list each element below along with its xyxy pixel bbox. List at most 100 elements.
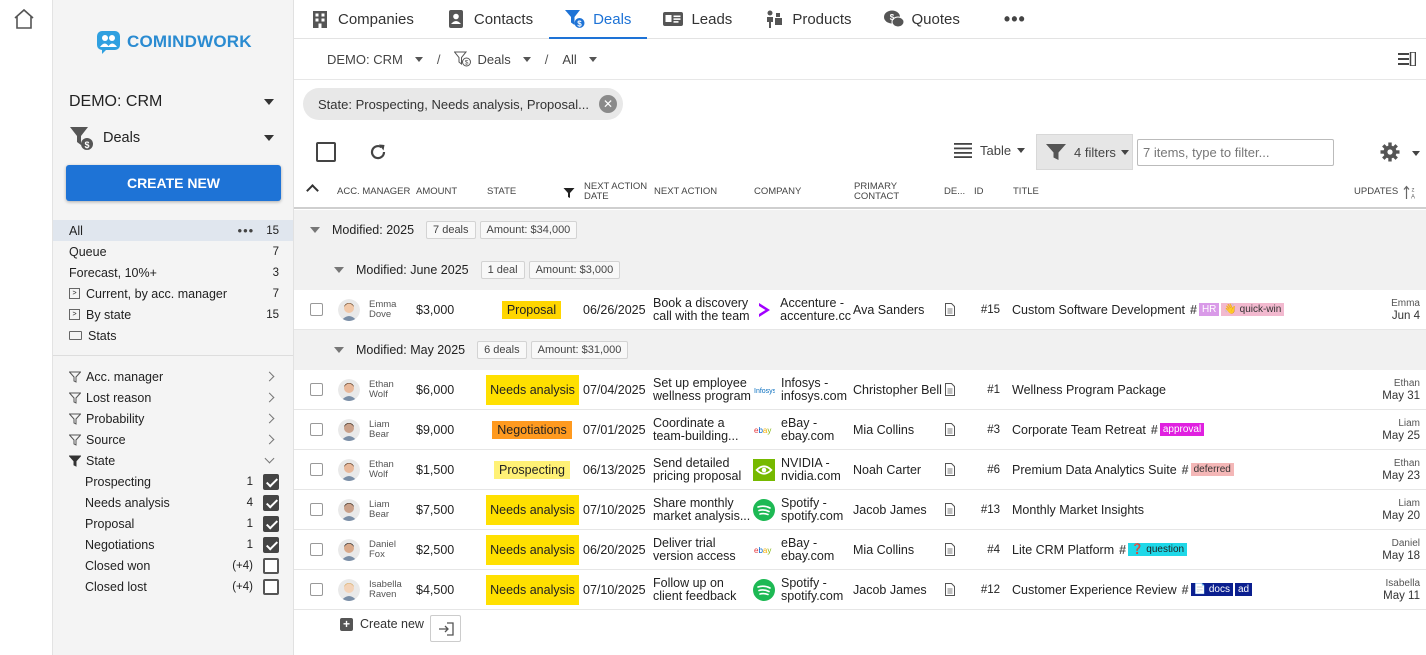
table-row[interactable]: Ethan Wolf $1,500 Prospecting 06/13/2025 Send… [294, 450, 1426, 490]
collapse-groups-icon[interactable] [306, 184, 319, 197]
state-option-needs-analysis[interactable]: Needs analysis 4 [53, 492, 293, 513]
state-badge[interactable]: Needs analysis [486, 494, 579, 525]
gear-icon[interactable] [1380, 142, 1400, 162]
column-filter-icon[interactable] [563, 187, 575, 199]
company-cell[interactable]: Accenture - accenture.cc [753, 290, 851, 329]
tag-badge[interactable]: ad [1234, 583, 1253, 596]
filter-probability[interactable]: Probability [53, 408, 293, 429]
column-id[interactable]: ID [974, 176, 984, 207]
tag-badge[interactable]: deferred [1190, 463, 1234, 476]
home-icon[interactable] [12, 7, 36, 31]
table-row[interactable]: Ethan Wolf $6,000 Needs analysis 07/04/2025 S… [294, 370, 1426, 410]
sort-icon[interactable]: zA [1403, 185, 1417, 200]
state-option-checkbox[interactable] [263, 473, 279, 490]
tab-deals[interactable]: $ Deals [549, 0, 648, 39]
column-next-action-date[interactable]: NEXT ACTION DATE [584, 176, 650, 207]
document-icon[interactable] [945, 583, 955, 596]
side-panel-icon[interactable] [1398, 52, 1416, 66]
row-checkbox[interactable] [310, 463, 323, 476]
table-row[interactable]: Liam Bear $7,500 Needs analysis 07/10/2025 Sh… [294, 490, 1426, 530]
column-acc-manager[interactable]: ACC. MANAGER [337, 176, 410, 207]
state-badge[interactable]: Needs analysis [486, 534, 579, 565]
acc-manager-cell[interactable]: Liam Bear [338, 410, 390, 449]
column-company[interactable]: COMPANY [754, 176, 801, 207]
tag-badge[interactable]: approval [1159, 423, 1205, 436]
layout-select[interactable]: Table [954, 142, 1026, 158]
group-header-may[interactable]: Modified: May 2025 6 deals Amount: $31,0… [294, 330, 1426, 371]
state-option-checkbox[interactable] [263, 494, 279, 511]
state-option-checkbox[interactable] [263, 515, 279, 532]
column-next-action[interactable]: NEXT ACTION [654, 176, 717, 207]
company-cell[interactable]: ebay eBay - ebay.com [753, 530, 851, 569]
view-item-stats[interactable]: Stats [53, 325, 293, 346]
acc-manager-cell[interactable]: Isabella Raven [338, 570, 402, 609]
view-item-by-acc-manager[interactable]: > Current, by acc. manager 7 [53, 283, 293, 304]
state-option-proposal[interactable]: Proposal 1 [53, 513, 293, 534]
table-row[interactable]: Isabella Raven $4,500 Needs analysis 07/10/2… [294, 570, 1426, 610]
title-cell[interactable]: Customer Experience Review # 📄 docs ad [1012, 570, 1253, 609]
title-cell[interactable]: Monthly Market Insights [1012, 490, 1144, 529]
import-button[interactable] [430, 615, 461, 642]
chevron-down-icon[interactable] [1412, 151, 1420, 156]
create-new-row-button[interactable]: + Create new [340, 617, 424, 631]
breadcrumb-view[interactable]: All [562, 52, 597, 67]
title-cell[interactable]: Corporate Team Retreat # approval [1012, 410, 1205, 449]
company-cell[interactable]: ebay eBay - ebay.com [753, 410, 851, 449]
state-option-checkbox[interactable] [263, 578, 279, 595]
primary-contact-cell[interactable]: Jacob James [853, 570, 927, 609]
select-all-checkbox[interactable] [316, 142, 336, 162]
tab-companies[interactable]: Companies [294, 0, 430, 38]
document-icon[interactable] [945, 303, 955, 316]
tag-badge[interactable]: ❓ question [1128, 543, 1188, 556]
state-badge[interactable]: Needs analysis [486, 374, 579, 405]
title-cell[interactable]: Lite CRM Platform # ❓ question [1012, 530, 1188, 569]
refresh-icon[interactable] [368, 142, 388, 162]
primary-contact-cell[interactable]: Mia Collins [853, 410, 914, 449]
filter-chip[interactable]: State: Prospecting, Needs analysis, Prop… [303, 88, 623, 120]
title-cell[interactable]: Custom Software Development # HR 👋 quick-wi… [1012, 290, 1285, 329]
filter-source[interactable]: Source [53, 429, 293, 450]
state-badge[interactable]: Negotiations [492, 420, 572, 439]
state-badge[interactable]: Prospecting [494, 460, 570, 479]
primary-contact-cell[interactable]: Mia Collins [853, 530, 914, 569]
view-item-by-state[interactable]: > By state 15 [53, 304, 293, 325]
column-state[interactable]: STATE [487, 176, 516, 207]
quick-filter-input[interactable] [1137, 139, 1334, 166]
state-option-checkbox[interactable] [263, 557, 279, 574]
column-amount[interactable]: AMOUNT [416, 176, 457, 207]
filter-state[interactable]: State [53, 450, 293, 471]
module-select[interactable]: $ Deals [69, 125, 274, 151]
table-row[interactable]: Liam Bear $9,000 Negotiations 07/01/2025 Coor… [294, 410, 1426, 450]
document-icon[interactable] [945, 463, 955, 476]
row-checkbox[interactable] [310, 423, 323, 436]
company-cell[interactable]: Spotify - spotify.com [753, 570, 851, 609]
workspace-select[interactable]: DEMO: CRM [69, 93, 274, 111]
row-checkbox[interactable] [310, 543, 323, 556]
column-description[interactable]: DE... [944, 176, 965, 207]
state-option-negotiations[interactable]: Negotiations 1 [53, 534, 293, 555]
document-icon[interactable] [945, 543, 955, 556]
breadcrumb-workspace[interactable]: DEMO: CRM [327, 52, 423, 67]
row-checkbox[interactable] [310, 383, 323, 396]
tag-badge[interactable]: 📄 docs [1190, 583, 1233, 596]
title-cell[interactable]: Premium Data Analytics Suite # deferred [1012, 450, 1234, 489]
group-header-june[interactable]: Modified: June 2025 1 deal Amount: $3,00… [294, 250, 1426, 291]
state-option-closed-won[interactable]: Closed won (+4) [53, 555, 293, 576]
view-item-queue[interactable]: Queue 7 [53, 241, 293, 262]
filter-lost-reason[interactable]: Lost reason [53, 387, 293, 408]
company-cell[interactable]: Spotify - spotify.com [753, 490, 851, 529]
view-item-all[interactable]: All ••• 15 [53, 220, 293, 241]
acc-manager-cell[interactable]: Ethan Wolf [338, 370, 394, 409]
table-row[interactable]: Emma Dove $3,000 Proposal 06/26/2025 Book a d… [294, 290, 1426, 330]
state-badge[interactable]: Needs analysis [486, 574, 579, 605]
state-option-checkbox[interactable] [263, 536, 279, 553]
group-header-year[interactable]: Modified: 2025 7 deals Amount: $34,000 [294, 210, 1426, 251]
company-cell[interactable]: Infosys Infosys - infosys.com [753, 370, 851, 409]
column-updates[interactable]: UPDATES [1354, 176, 1398, 207]
state-option-closed-lost[interactable]: Closed lost (+4) [53, 576, 293, 597]
state-option-prospecting[interactable]: Prospecting 1 [53, 471, 293, 492]
row-checkbox[interactable] [310, 503, 323, 516]
tag-badge[interactable]: HR [1198, 303, 1220, 316]
view-item-forecast[interactable]: Forecast, 10%+ 3 [53, 262, 293, 283]
acc-manager-cell[interactable]: Emma Dove [338, 290, 396, 329]
